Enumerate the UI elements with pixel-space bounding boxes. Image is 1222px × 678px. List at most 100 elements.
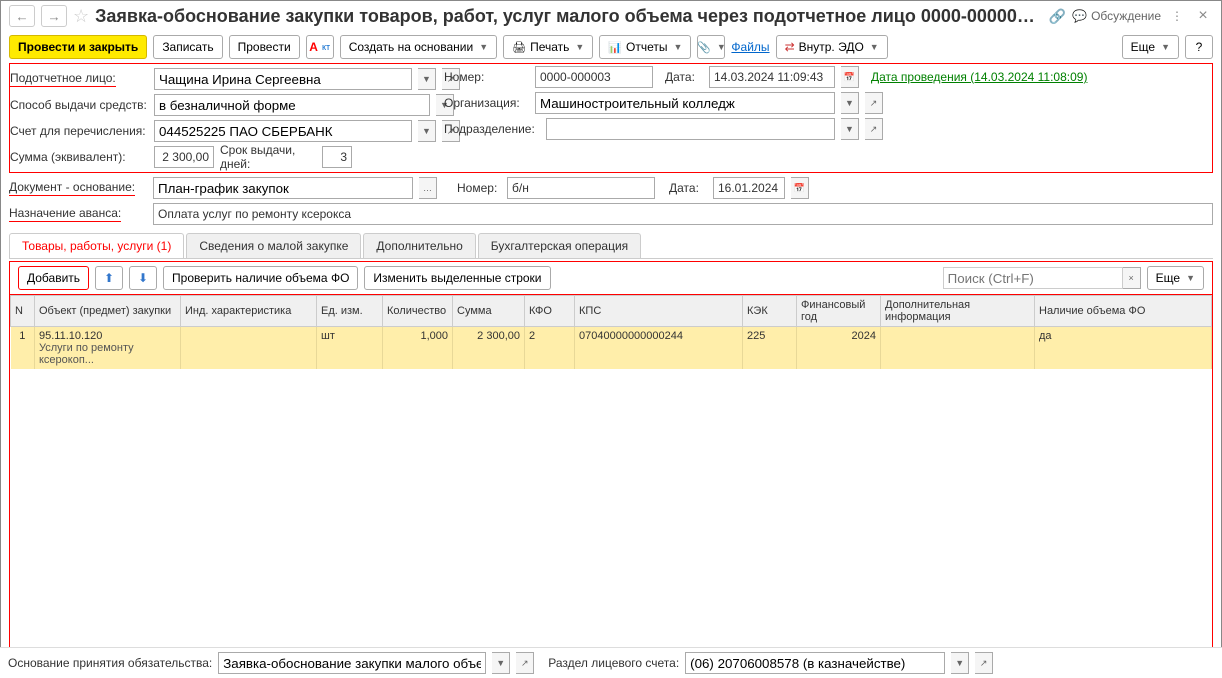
tab-smallpurchase[interactable]: Сведения о малой закупке xyxy=(186,233,361,258)
reports-button[interactable]: Отчеты▼ xyxy=(599,35,691,59)
forward-button[interactable]: → xyxy=(41,5,67,27)
account-section-select[interactable]: ▼ xyxy=(951,652,969,674)
chevron-down-icon: ▼ xyxy=(674,42,683,52)
person-select[interactable]: ▼ xyxy=(418,68,436,90)
attach-button[interactable]: ▼ xyxy=(697,35,725,59)
col-obj[interactable]: Объект (предмет) закупки xyxy=(35,296,181,327)
advance-label: Назначение аванса: xyxy=(9,206,147,222)
chevron-down-icon: ▼ xyxy=(1161,42,1170,52)
col-kek[interactable]: КЭК xyxy=(743,296,797,327)
dept-select[interactable]: ▼ xyxy=(841,118,859,140)
save-button[interactable]: Записать xyxy=(153,35,222,59)
close-button[interactable]: × xyxy=(1193,7,1213,25)
date-input[interactable]: 14.03.2024 11:09:43 xyxy=(714,70,823,84)
search-input[interactable] xyxy=(943,267,1123,289)
link-icon[interactable]: 🔗 xyxy=(1049,8,1066,25)
obligation-select[interactable]: ▼ xyxy=(492,652,510,674)
col-unit[interactable]: Ед. изм. xyxy=(317,296,383,327)
items-table: N Объект (предмет) закупки Инд. характер… xyxy=(10,295,1212,369)
col-qty[interactable]: Количество xyxy=(383,296,453,327)
account-input[interactable] xyxy=(159,121,407,141)
col-n[interactable]: N xyxy=(11,296,35,327)
check-fo-button[interactable]: Проверить наличие объема ФО xyxy=(163,266,358,290)
obligation-open[interactable]: ↗ xyxy=(516,652,534,674)
col-sum[interactable]: Сумма xyxy=(453,296,525,327)
move-up-button[interactable]: ⬆ xyxy=(95,266,123,290)
tab-accounting[interactable]: Бухгалтерская операция xyxy=(478,233,641,258)
tab-goods[interactable]: Товары, работы, услуги (1) xyxy=(9,233,184,258)
org-input[interactable] xyxy=(540,93,830,113)
report-icon xyxy=(608,40,622,54)
basis-date-picker[interactable]: 📅 xyxy=(791,177,809,199)
post-button[interactable]: Провести xyxy=(229,35,300,59)
sum-label: Сумма (эквивалент): xyxy=(10,150,148,164)
days-value[interactable]: 3 xyxy=(340,150,347,164)
add-button[interactable]: Добавить xyxy=(18,266,89,290)
search-clear[interactable]: × xyxy=(1123,267,1141,289)
chat-icon: 💬 xyxy=(1072,9,1087,23)
basis-input[interactable] xyxy=(158,178,408,198)
dept-label: Подразделение: xyxy=(444,122,540,136)
paymethod-label: Способ выдачи средств: xyxy=(10,98,148,112)
dept-open[interactable]: ↗ xyxy=(865,118,883,140)
chevron-down-icon: ▼ xyxy=(870,42,879,52)
obligation-input[interactable] xyxy=(223,653,481,673)
col-kps[interactable]: КПС xyxy=(575,296,743,327)
basis-date-input[interactable]: 16.01.2024 xyxy=(718,181,778,195)
more-button[interactable]: Еще▼ xyxy=(1122,35,1179,59)
number-label: Номер: xyxy=(444,70,529,84)
account-select[interactable]: ▼ xyxy=(418,120,436,142)
create-based-button[interactable]: Создать на основании▼ xyxy=(340,35,497,59)
basis-num-label: Номер: xyxy=(457,181,501,195)
chevron-down-icon: ▼ xyxy=(479,42,488,52)
chevron-down-icon: ▼ xyxy=(575,42,584,52)
col-year[interactable]: Финансовый год xyxy=(797,296,881,327)
posted-date-link[interactable]: Дата проведения (14.03.2024 11:08:09) xyxy=(871,70,1087,84)
person-label: Подотчетное лицо: xyxy=(10,71,148,87)
account-label: Счет для перечисления: xyxy=(10,124,148,138)
chevron-down-icon: ▼ xyxy=(717,42,726,52)
spellcheck-button[interactable]: Акт xyxy=(306,35,334,59)
basis-select[interactable]: … xyxy=(419,177,437,199)
chevron-down-icon: ▼ xyxy=(1186,273,1195,283)
account-section-open[interactable]: ↗ xyxy=(975,652,993,674)
edo-button[interactable]: ⇄Внутр. ЭДО▼ xyxy=(776,35,888,59)
col-info[interactable]: Дополнительная информация xyxy=(881,296,1035,327)
org-select[interactable]: ▼ xyxy=(841,92,859,114)
discussion-button[interactable]: 💬 Обсуждение xyxy=(1072,9,1161,23)
basis-num-input[interactable]: б/н xyxy=(512,181,529,195)
account-section-label: Раздел лицевого счета: xyxy=(548,656,679,670)
print-icon xyxy=(512,40,526,54)
date-label: Дата: xyxy=(665,70,703,84)
favorite-icon[interactable]: ☆ xyxy=(73,6,89,27)
obligation-label: Основание принятия обязательства: xyxy=(8,656,212,670)
number-input[interactable]: 0000-000003 xyxy=(540,70,611,84)
person-input[interactable] xyxy=(159,69,407,89)
move-down-button[interactable]: ⬇ xyxy=(129,266,157,290)
back-button[interactable]: ← xyxy=(9,5,35,27)
table-row[interactable]: 1 95.11.10.120Услуги по ремонту ксерокоп… xyxy=(11,327,1212,370)
files-link[interactable]: Файлы xyxy=(731,40,769,54)
help-button[interactable]: ? xyxy=(1185,35,1213,59)
advance-input[interactable]: Оплата услуг по ремонту ксерокса xyxy=(158,207,351,221)
col-fo[interactable]: Наличие объема ФО xyxy=(1035,296,1212,327)
org-open[interactable]: ↗ xyxy=(865,92,883,114)
clip-icon xyxy=(697,40,711,54)
tab-more-button[interactable]: Еще▼ xyxy=(1147,266,1204,290)
days-label: Срок выдачи, дней: xyxy=(220,143,316,171)
paymethod-input[interactable] xyxy=(159,95,425,115)
tab-additional[interactable]: Дополнительно xyxy=(363,233,475,258)
account-section-input[interactable] xyxy=(690,653,940,673)
change-rows-button[interactable]: Изменить выделенные строки xyxy=(364,266,550,290)
org-label: Организация: xyxy=(444,96,529,110)
col-kfo[interactable]: КФО xyxy=(525,296,575,327)
col-ind[interactable]: Инд. характеристика xyxy=(181,296,317,327)
post-and-close-button[interactable]: Провести и закрыть xyxy=(9,35,147,59)
dept-input[interactable] xyxy=(551,119,830,139)
date-picker[interactable]: 📅 xyxy=(841,66,859,88)
page-title: Заявка-обоснование закупки товаров, рабо… xyxy=(95,6,1043,27)
print-button[interactable]: Печать▼ xyxy=(503,35,593,59)
sum-value[interactable]: 2 300,00 xyxy=(162,150,209,164)
menu-dots[interactable]: ⋮ xyxy=(1167,9,1187,23)
basis-date-label: Дата: xyxy=(669,181,707,195)
